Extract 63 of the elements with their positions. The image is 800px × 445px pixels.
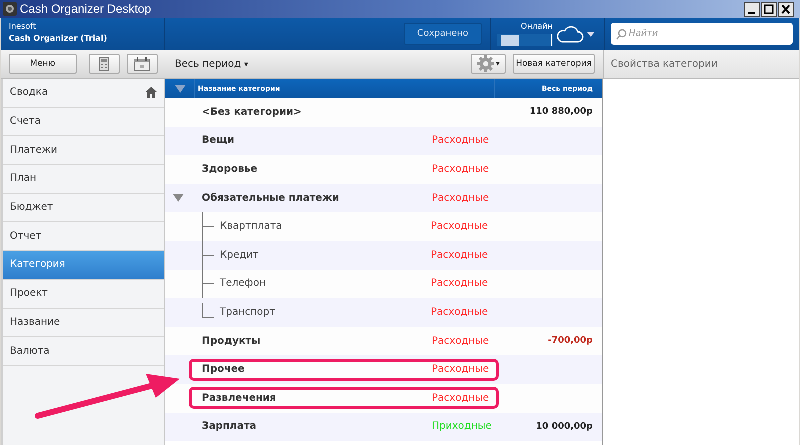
category-name: Квартплата [220, 221, 282, 232]
category-name: Кредит [220, 250, 259, 261]
category-name: Обязательные платежи [202, 192, 340, 204]
search-icon [616, 29, 627, 40]
sidebar-item[interactable]: Счета [3, 108, 164, 136]
minimize-icon[interactable] [744, 2, 760, 16]
product-name: Cash Organizer (Trial) [9, 34, 108, 43]
sidebar-item[interactable]: Бюджет [3, 194, 164, 222]
menu-button[interactable]: Меню [9, 54, 77, 74]
category-type: Расходные [431, 278, 488, 290]
collapse-icon[interactable] [175, 84, 186, 92]
category-type: Приходные [432, 421, 492, 432]
app-icon [3, 2, 17, 16]
calculator-button[interactable] [88, 54, 120, 74]
amount: -700,00р [548, 336, 593, 346]
caret-icon[interactable] [587, 32, 595, 36]
category-type: Расходные [432, 392, 490, 404]
close-icon[interactable] [778, 2, 794, 16]
amount: 10 000,00р [536, 422, 593, 432]
category-type: Расходные [432, 164, 490, 175]
category-type: Расходные [431, 250, 488, 261]
category-name: Телефон [220, 278, 266, 290]
calculator-icon [99, 57, 110, 71]
category-name: Прочее [202, 364, 245, 376]
category-type: Расходные [432, 364, 490, 376]
tree-line [202, 303, 214, 318]
online-label: Онлайн [521, 22, 553, 31]
category-name: Продукты [202, 336, 261, 347]
category-name: Вещи [202, 135, 234, 146]
category-type: Расходные [431, 221, 488, 232]
company-name: Inesoft [9, 22, 38, 31]
sidebar-item[interactable]: Проект [3, 280, 164, 308]
panel-title: Свойства категории [603, 50, 799, 78]
category-type: Расходные [432, 135, 490, 146]
period-dropdown[interactable]: Весь период ▾ [171, 58, 252, 70]
category-name: Здоровье [202, 164, 258, 175]
category-name: Транспорт [220, 306, 276, 318]
window-title: Cash Organizer Desktop [20, 2, 152, 16]
sidebar-item[interactable]: Платежи [3, 136, 164, 166]
new-category-button[interactable]: Новая категория [513, 54, 595, 74]
calendar-button[interactable] [126, 54, 158, 74]
category-type: Расходные [432, 336, 490, 347]
sidebar-item[interactable]: Сводка [3, 79, 164, 108]
amount: 110 880,00р [530, 107, 593, 118]
calendar-icon [134, 57, 150, 71]
category-name: Развлечения [202, 392, 276, 404]
save-status-button[interactable]: Сохранено [404, 23, 482, 45]
category-type: Расходные [432, 192, 490, 204]
sidebar-item[interactable]: Валюта [3, 337, 164, 366]
tree-line [202, 240, 214, 270]
expand-icon[interactable] [172, 194, 184, 202]
maximize-icon[interactable] [761, 2, 777, 16]
sync-progress-icon [497, 34, 553, 46]
category-name: <Без категории> [202, 106, 302, 118]
sidebar-item[interactable]: Название [3, 308, 164, 338]
category-type: Расходные [431, 306, 488, 318]
search-field[interactable]: Найти [611, 23, 793, 45]
category-name: Зарплата [202, 421, 257, 432]
tree-line [202, 269, 214, 298]
tree-line [202, 212, 214, 242]
settings-icon [477, 55, 496, 73]
sidebar-item[interactable]: План [3, 165, 164, 194]
cloud-icon[interactable] [556, 24, 584, 44]
